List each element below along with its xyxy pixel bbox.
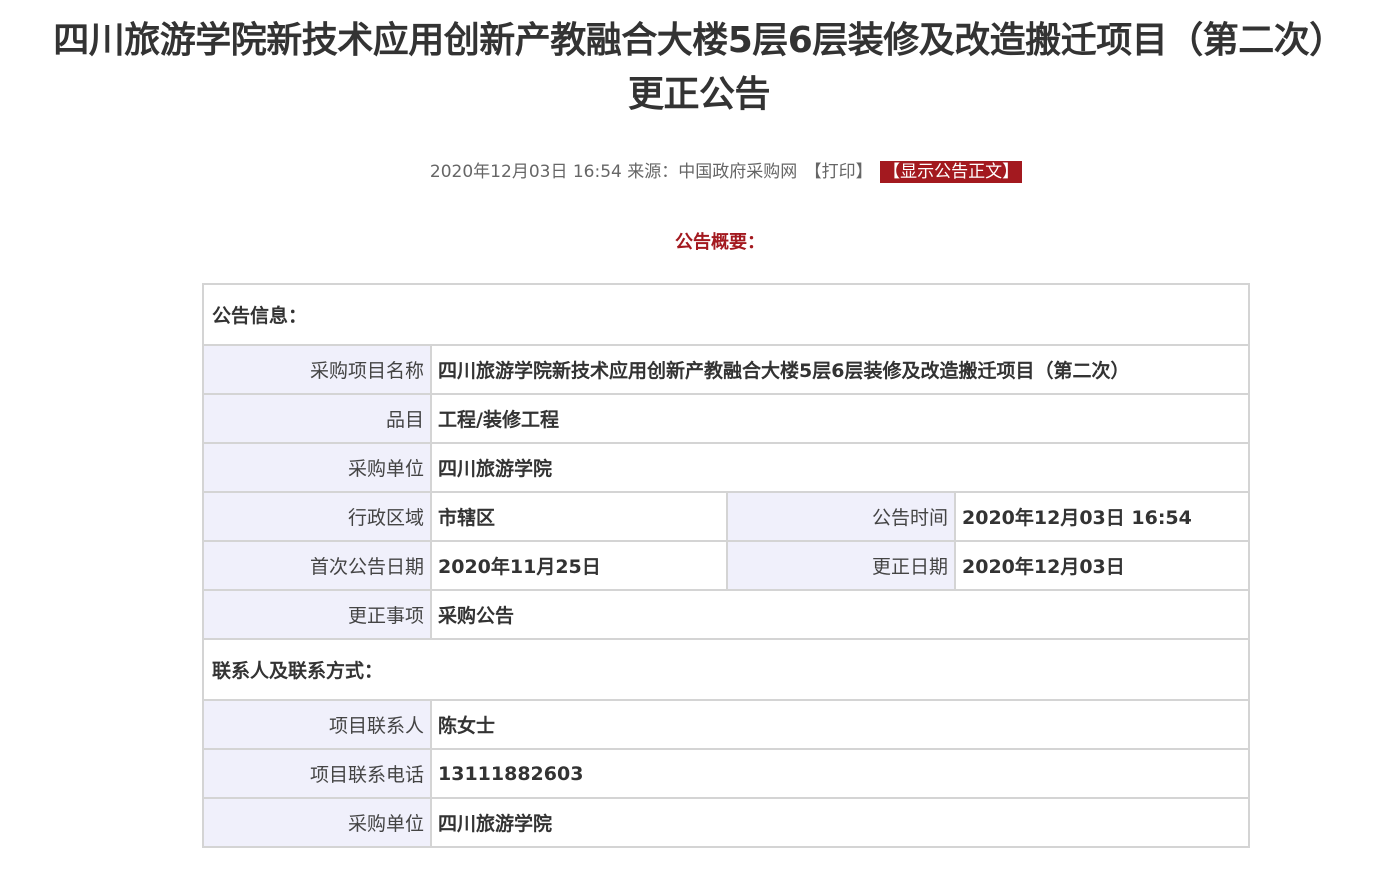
category-value: 工程/装修工程 — [430, 393, 1250, 444]
page-title-line-2: 更正公告 — [627, 74, 771, 115]
project-name-label: 采购项目名称 — [202, 344, 432, 395]
purchaser-label: 采购单位 — [202, 442, 432, 493]
show-announcement-text-button[interactable]: 【显示公告正文】 — [880, 161, 1023, 183]
table-row: 采购项目名称 四川旅游学院新技术应用创新产教融合大楼5层6层装修及改造搬迁项目（… — [202, 344, 1250, 395]
table-row: 更正事项 采购公告 — [202, 589, 1250, 640]
first-date-label: 首次公告日期 — [202, 540, 432, 591]
table-row: 行政区域 市辖区 公告时间 2020年12月03日 16:54 — [202, 491, 1250, 542]
table-row: 采购单位 四川旅游学院 — [202, 797, 1250, 848]
contact-phone-value: 13111882603 — [430, 748, 1250, 799]
correction-item-label: 更正事项 — [202, 589, 432, 640]
purchaser-value: 四川旅游学院 — [430, 442, 1250, 493]
table-row: 首次公告日期 2020年11月25日 更正日期 2020年12月03日 — [202, 540, 1250, 591]
contact-person-value: 陈女士 — [430, 699, 1250, 750]
meta-bar: 2020年12月03日 16:54 来源：中国政府采购网 【打印】 【显示公告正… — [0, 160, 1398, 184]
contact-phone-label: 项目联系电话 — [202, 748, 432, 799]
page-title-line-1: 四川旅游学院新技术应用创新产教融合大楼5层6层装修及改造搬迁项目（第二次） — [53, 20, 1345, 61]
contact-purchaser-label: 采购单位 — [202, 797, 432, 848]
table-row: 公告信息： — [202, 283, 1250, 346]
announcement-info-section-title: 公告信息： — [202, 283, 1250, 346]
table-row: 项目联系电话 13111882603 — [202, 748, 1250, 799]
project-name-value: 四川旅游学院新技术应用创新产教融合大楼5层6层装修及改造搬迁项目（第二次） — [430, 344, 1250, 395]
table-row: 采购单位 四川旅游学院 — [202, 442, 1250, 493]
table-row: 联系人及联系方式： — [202, 638, 1250, 701]
table-row: 项目联系人 陈女士 — [202, 699, 1250, 750]
page-title: 四川旅游学院新技术应用创新产教融合大楼5层6层装修及改造搬迁项目（第二次） 更正… — [0, 14, 1398, 122]
source-name: 中国政府采购网 — [678, 162, 798, 182]
announcement-summary-table: 公告信息： 采购项目名称 四川旅游学院新技术应用创新产教融合大楼5层6层装修及改… — [202, 283, 1250, 848]
announce-time-label: 公告时间 — [726, 491, 956, 542]
table-row: 品目 工程/装修工程 — [202, 393, 1250, 444]
contact-purchaser-value: 四川旅游学院 — [430, 797, 1250, 848]
contact-person-label: 项目联系人 — [202, 699, 432, 750]
contact-info-section-title: 联系人及联系方式： — [202, 638, 1250, 701]
announce-time-value: 2020年12月03日 16:54 — [954, 491, 1250, 542]
first-date-value: 2020年11月25日 — [430, 540, 728, 591]
correction-date-value: 2020年12月03日 — [954, 540, 1250, 591]
region-value: 市辖区 — [430, 491, 728, 542]
correction-item-value: 采购公告 — [430, 589, 1250, 640]
category-label: 品目 — [202, 393, 432, 444]
correction-date-label: 更正日期 — [726, 540, 956, 591]
source-label: 来源： — [627, 162, 679, 182]
summary-heading: 公告概要： — [675, 232, 765, 253]
region-label: 行政区域 — [202, 491, 432, 542]
publish-datetime: 2020年12月03日 16:54 — [429, 162, 622, 182]
print-link[interactable]: 【打印】 — [805, 162, 873, 182]
